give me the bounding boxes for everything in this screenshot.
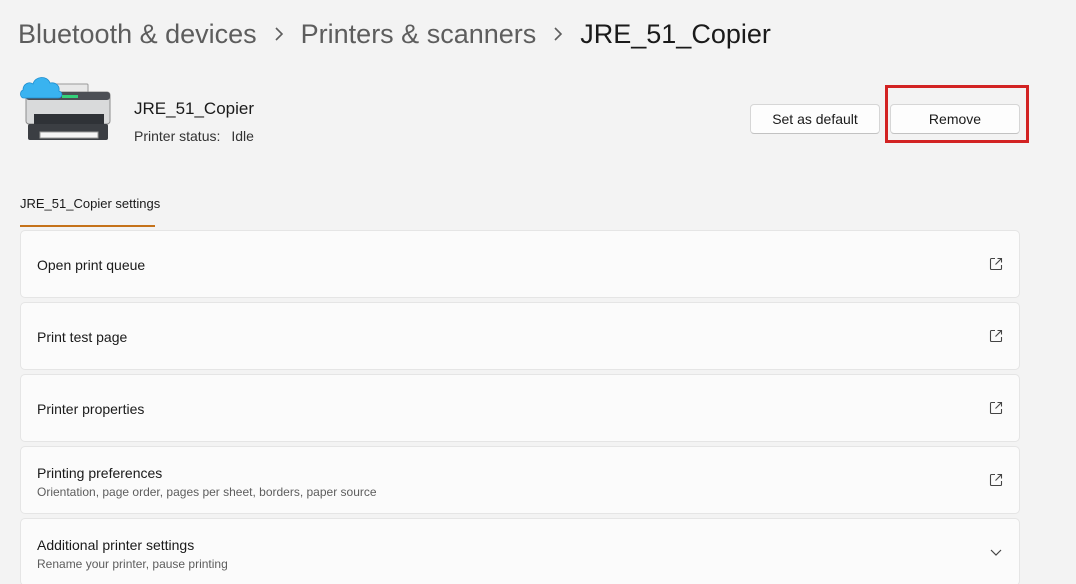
breadcrumb-bluetooth-devices[interactable]: Bluetooth & devices bbox=[18, 19, 257, 50]
settings-page: Bluetooth & devices Printers & scanners … bbox=[0, 0, 1076, 584]
open-print-queue-card[interactable]: Open print queue bbox=[20, 230, 1020, 298]
external-link-icon bbox=[989, 401, 1003, 415]
card-subtitle: Rename your printer, pause printing bbox=[37, 557, 228, 571]
remove-button[interactable]: Remove bbox=[890, 104, 1020, 134]
card-title: Open print queue bbox=[37, 257, 146, 273]
chevron-right-icon bbox=[257, 27, 301, 41]
card-title: Printer properties bbox=[37, 401, 145, 417]
card-title: Print test page bbox=[37, 329, 128, 345]
external-link-icon bbox=[989, 473, 1003, 487]
chevron-right-icon bbox=[536, 27, 580, 41]
tab-active-indicator bbox=[20, 225, 155, 227]
printer-properties-card[interactable]: Printer properties bbox=[20, 374, 1020, 442]
additional-printer-settings-card[interactable]: Additional printer settings Rename your … bbox=[20, 518, 1020, 584]
set-as-default-button[interactable]: Set as default bbox=[750, 104, 880, 134]
external-link-icon bbox=[989, 257, 1003, 271]
card-title: Additional printer settings bbox=[37, 537, 195, 553]
printer-status-value: Idle bbox=[231, 128, 254, 144]
card-subtitle: Orientation, page order, pages per sheet… bbox=[37, 485, 377, 499]
breadcrumb-printers-scanners[interactable]: Printers & scanners bbox=[301, 19, 537, 50]
breadcrumb: Bluetooth & devices Printers & scanners … bbox=[18, 14, 771, 54]
printer-status: Printer status: Idle bbox=[134, 128, 254, 144]
page-title: JRE_51_Copier bbox=[580, 18, 771, 49]
tab-printer-settings[interactable]: JRE_51_Copier settings bbox=[20, 196, 160, 220]
external-link-icon bbox=[989, 329, 1003, 343]
printer-cloud-icon bbox=[18, 70, 114, 150]
printer-status-label: Printer status: bbox=[134, 128, 221, 144]
print-test-page-card[interactable]: Print test page bbox=[20, 302, 1020, 370]
chevron-down-icon[interactable] bbox=[989, 545, 1003, 559]
printing-preferences-card[interactable]: Printing preferences Orientation, page o… bbox=[20, 446, 1020, 514]
card-title: Printing preferences bbox=[37, 465, 163, 481]
printer-name: JRE_51_Copier bbox=[134, 99, 255, 118]
